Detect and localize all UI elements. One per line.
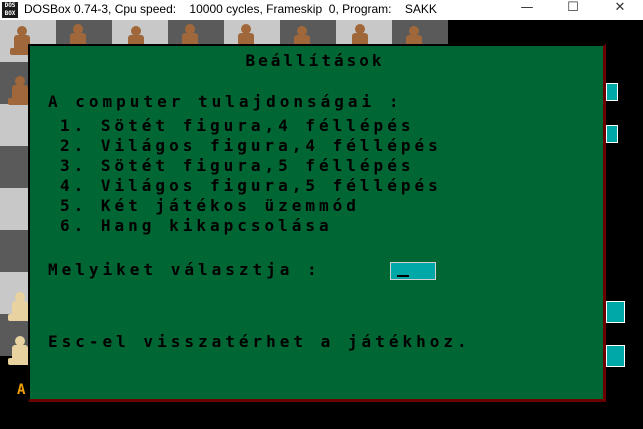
option-1[interactable]: 1. Sötét figura,4 féllépés	[60, 117, 414, 135]
maximize-button[interactable]: ☐	[550, 0, 596, 20]
option-4[interactable]: 4. Világos figura,5 féllépés	[60, 177, 442, 195]
window-title-bar: DOS BOX DOSBox 0.74-3, Cpu speed: 10000 …	[0, 0, 643, 20]
section-heading: A computer tulajdonságai :	[48, 92, 403, 111]
option-3[interactable]: 3. Sötét figura,5 féllépés	[60, 157, 414, 175]
side-panel-box	[606, 83, 618, 101]
side-panel-box	[606, 301, 625, 323]
board-coordinate-label: A	[17, 382, 26, 398]
dosbox-app-icon: DOS BOX	[2, 2, 18, 18]
close-button[interactable]: ✕	[597, 0, 643, 20]
escape-hint: Esc-el visszatérhet a játékhoz.	[48, 332, 471, 351]
text-cursor	[397, 275, 409, 277]
side-panel-box	[606, 125, 618, 143]
dialog-title: Beállítások	[245, 51, 385, 70]
dos-screen: A Beállítások A computer tulajdonságai :…	[0, 20, 643, 429]
choice-input[interactable]	[390, 262, 436, 280]
choice-prompt-label: Melyiket választja :	[48, 260, 321, 279]
window-title: DOSBox 0.74-3, Cpu speed: 10000 cycles, …	[24, 2, 437, 16]
side-panel-box	[606, 345, 625, 367]
option-5[interactable]: 5. Két játékos üzemmód	[60, 197, 360, 215]
option-6[interactable]: 6. Hang kikapcsolása	[60, 217, 333, 235]
settings-dialog: Beállítások A computer tulajdonságai : 1…	[28, 44, 606, 402]
minimize-button[interactable]: —	[504, 0, 550, 20]
option-2[interactable]: 2. Világos figura,4 féllépés	[60, 137, 442, 155]
